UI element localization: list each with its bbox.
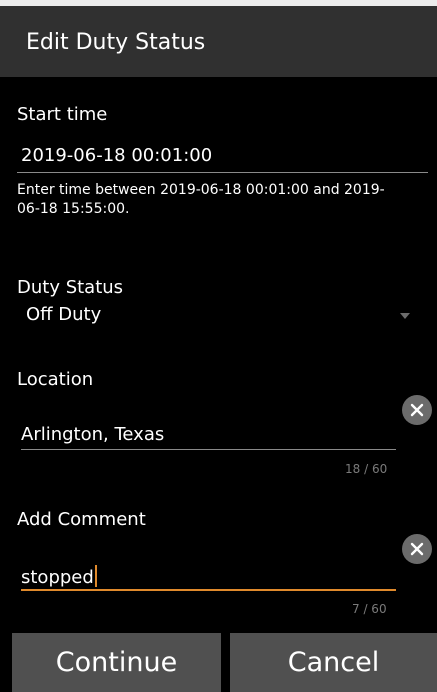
duty-status-label: Duty Status (17, 277, 124, 298)
title-bar: Edit Duty Status (0, 6, 437, 77)
edit-duty-status-dialog: Edit Duty Status Start time 2019-06-18 0… (0, 6, 437, 692)
location-char-counter: 18 / 60 (345, 462, 388, 476)
comment-label: Add Comment (17, 509, 146, 530)
duty-status-select[interactable]: Off Duty (26, 304, 101, 325)
cancel-button[interactable]: Cancel (230, 633, 437, 692)
comment-underline (21, 589, 396, 591)
close-icon (410, 542, 424, 556)
start-time-hint: Enter time between 2019-06-18 00:01:00 a… (17, 182, 385, 217)
location-clear-button[interactable] (402, 395, 432, 425)
dropdown-arrow-icon[interactable] (400, 313, 410, 319)
close-icon (410, 403, 424, 417)
comment-clear-button[interactable] (402, 534, 432, 564)
comment-char-counter: 7 / 60 (352, 602, 387, 616)
dialog-title: Edit Duty Status (26, 30, 206, 55)
location-field[interactable]: Arlington, Texas (21, 424, 164, 445)
start-time-underline (17, 172, 428, 173)
location-label: Location (17, 369, 94, 390)
start-time-label: Start time (17, 104, 108, 125)
continue-button[interactable]: Continue (12, 633, 221, 692)
comment-field[interactable]: stopped (21, 565, 97, 588)
start-time-field[interactable]: 2019-06-18 00:01:00 (21, 145, 212, 166)
location-underline (21, 449, 396, 450)
text-cursor (94, 565, 97, 587)
comment-text: stopped (21, 567, 94, 588)
